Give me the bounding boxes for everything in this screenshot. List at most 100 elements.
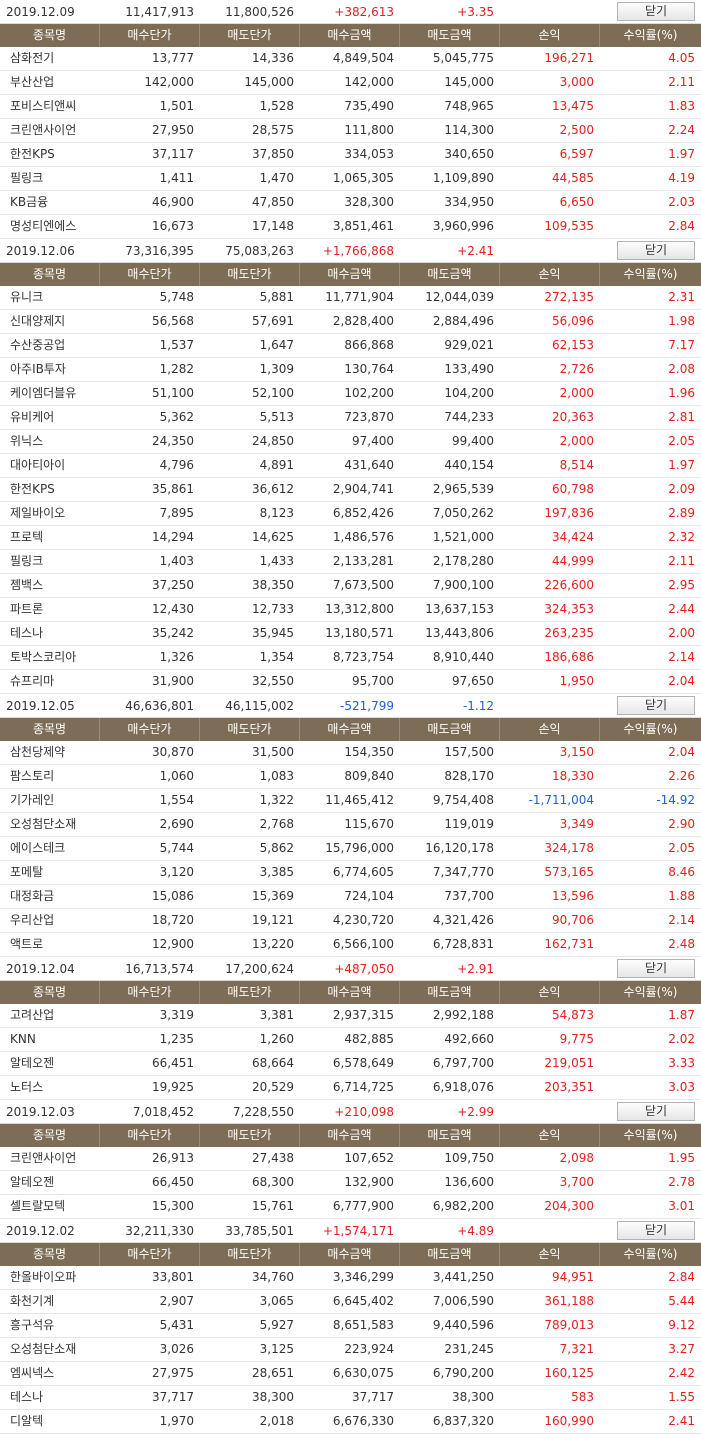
sell-price: 12,733 (252, 602, 294, 616)
buy-price: 3,026 (159, 1342, 194, 1356)
return-rate: 1.97 (668, 458, 695, 472)
return-rate: 2.14 (668, 913, 695, 927)
close-button[interactable]: 닫기 (617, 696, 695, 715)
column-header: 손익 (500, 1124, 600, 1147)
profit-loss: 1,950 (559, 674, 594, 688)
sell-amount: 114,300 (444, 123, 494, 137)
sell-amount: 104,200 (444, 386, 494, 400)
summary-buy-total: 16,713,574 (125, 961, 194, 976)
close-button-cell: 닫기 (500, 1221, 701, 1240)
return-rate: 2.11 (668, 554, 695, 568)
close-button[interactable]: 닫기 (617, 1221, 695, 1240)
buy-amount: 809,840 (344, 769, 394, 783)
buy-amount: 1,486,576 (332, 530, 394, 544)
table-header: 종목명 매수단가 매도단가 매수금액 매도금액 손익 수익률(%) (0, 263, 701, 286)
sell-price: 1,309 (259, 362, 294, 376)
buy-price: 1,282 (159, 362, 194, 376)
stock-name: 우리산업 (10, 913, 55, 927)
sell-price: 24,850 (252, 434, 294, 448)
close-button-cell: 닫기 (500, 1102, 701, 1121)
column-header: 매수단가 (100, 1124, 200, 1147)
summary-buy-total: 46,636,801 (125, 698, 194, 713)
close-button[interactable]: 닫기 (617, 241, 695, 260)
sell-price: 20,529 (252, 1080, 294, 1094)
stock-name: 신대양제지 (10, 314, 66, 328)
sell-amount: 7,006,590 (432, 1294, 494, 1308)
close-button[interactable]: 닫기 (617, 1102, 695, 1121)
column-header: 매수금액 (300, 263, 400, 286)
table-row: 케이엠더블유 51,100 52,100 102,200 104,200 2,000 1.9… (0, 382, 701, 406)
table-row: 에이스테크 5,744 5,862 15,796,000 16,120,178 324,1… (0, 837, 701, 861)
return-rate: 2.95 (668, 578, 695, 592)
return-rate: 8.46 (668, 865, 695, 879)
close-button[interactable]: 닫기 (617, 959, 695, 978)
return-rate: 1.88 (668, 889, 695, 903)
buy-price: 31,900 (152, 674, 194, 688)
column-header: 매수금액 (300, 24, 400, 47)
profit-loss: 3,150 (559, 745, 594, 759)
buy-price: 5,748 (159, 290, 194, 304)
table-row: 기가레인 1,554 1,322 11,465,412 9,754,408 -1,711,… (0, 789, 701, 813)
buy-amount: 107,652 (344, 1151, 394, 1165)
summary-buy-total: 73,316,395 (125, 243, 194, 258)
return-rate: 2.78 (668, 1175, 695, 1189)
sell-price: 1,470 (259, 171, 294, 185)
profit-loss: 6,650 (559, 195, 594, 209)
buy-price: 142,000 (144, 75, 194, 89)
buy-price: 2,907 (159, 1294, 194, 1308)
column-header: 매도금액 (400, 263, 500, 286)
buy-price: 35,242 (152, 626, 194, 640)
buy-amount: 6,566,100 (332, 937, 394, 951)
sell-price: 37,850 (252, 147, 294, 161)
buy-amount: 13,180,571 (325, 626, 394, 640)
sell-amount: 12,044,039 (425, 290, 494, 304)
sell-price: 2,018 (259, 1414, 294, 1428)
summary-pnl: +1,766,868 (322, 243, 394, 258)
table-row: 필링크 1,411 1,470 1,065,305 1,109,890 44,585 4.1… (0, 167, 701, 191)
stock-name: 슈프리마 (10, 674, 55, 688)
buy-amount: 13,312,800 (325, 602, 394, 616)
summary-date: 2019.12.09 (6, 4, 75, 19)
sell-amount: 3,960,996 (432, 219, 494, 233)
buy-price: 5,431 (159, 1318, 194, 1332)
table-row: 수산중공업 1,537 1,647 866,868 929,021 62,153 7.17 (0, 334, 701, 358)
sell-amount: 6,797,700 (432, 1056, 494, 1070)
day-block: 2019.12.09 11,417,913 11,800,526 +382,613 +3… (0, 0, 701, 239)
day-summary-row: 2019.12.03 7,018,452 7,228,550 +210,098 +2.9… (0, 1100, 701, 1124)
sell-price: 2,768 (259, 817, 294, 831)
day-block: 2019.12.03 7,018,452 7,228,550 +210,098 +2.9… (0, 1100, 701, 1219)
sell-amount: 334,950 (444, 195, 494, 209)
column-header: 매수단가 (100, 718, 200, 741)
summary-pnl: +210,098 (334, 1104, 394, 1119)
table-row: 테스나 37,717 38,300 37,717 38,300 583 1.55 (0, 1386, 701, 1410)
profit-loss: 2,500 (559, 123, 594, 137)
buy-price: 1,403 (159, 554, 194, 568)
buy-price: 1,537 (159, 338, 194, 352)
profit-loss: 20,363 (552, 410, 594, 424)
return-rate: 2.04 (668, 674, 695, 688)
profit-loss: 162,731 (544, 937, 594, 951)
sell-amount: 1,521,000 (432, 530, 494, 544)
summary-date: 2019.12.05 (6, 698, 75, 713)
profit-loss: 8,514 (559, 458, 594, 472)
profit-loss: 13,596 (552, 889, 594, 903)
sell-amount: 929,021 (444, 338, 494, 352)
sell-amount: 748,965 (444, 99, 494, 113)
sell-amount: 9,440,596 (432, 1318, 494, 1332)
stock-name: 알테오젠 (10, 1175, 55, 1189)
return-rate: 3.03 (668, 1080, 695, 1094)
sell-price: 8,123 (259, 506, 294, 520)
profit-loss: 54,873 (552, 1008, 594, 1022)
buy-price: 1,554 (159, 793, 194, 807)
profit-loss: 2,098 (559, 1151, 594, 1165)
close-button[interactable]: 닫기 (617, 2, 695, 21)
sell-price: 14,336 (252, 51, 294, 65)
day-summary-row: 2019.12.09 11,417,913 11,800,526 +382,613 +3… (0, 0, 701, 24)
buy-price: 26,913 (152, 1151, 194, 1165)
sell-amount: 6,982,200 (432, 1199, 494, 1213)
table-row: 대아티아이 4,796 4,891 431,640 440,154 8,514 1.97 (0, 454, 701, 478)
column-header: 수익률(%) (623, 1128, 678, 1142)
profit-loss: 196,271 (544, 51, 594, 65)
buy-amount: 130,764 (344, 362, 394, 376)
return-rate: 2.08 (668, 362, 695, 376)
